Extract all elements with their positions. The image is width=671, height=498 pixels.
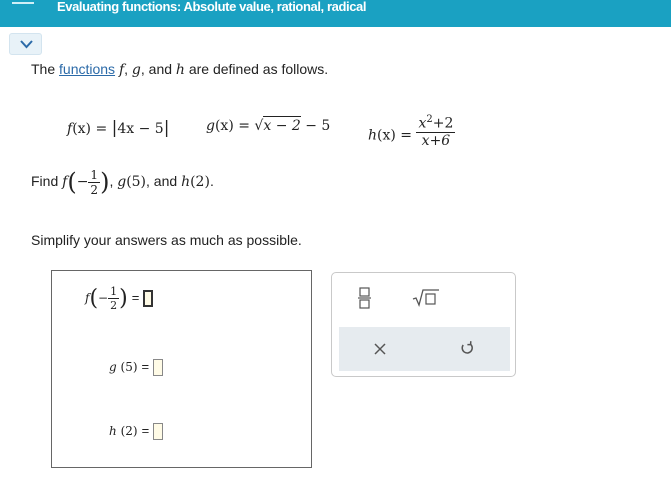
f-definition: f(x) = |4x − 5| xyxy=(67,118,170,138)
fraction-button[interactable] xyxy=(358,287,372,314)
functions-link[interactable]: functions xyxy=(59,61,115,77)
find-fraction: 12 xyxy=(88,168,101,197)
undo-button[interactable] xyxy=(459,340,475,361)
chevron-down-icon xyxy=(20,40,33,49)
clear-button[interactable] xyxy=(374,342,386,360)
undo-icon xyxy=(461,341,473,354)
answer-area: f(− 1 2) = g (5) = h (2) = xyxy=(51,270,312,468)
answer-input-f[interactable] xyxy=(143,290,154,307)
h-fraction: x2+2 x+6 xyxy=(416,114,456,149)
simplify-instruction: Simplify your answers as much as possibl… xyxy=(31,232,302,248)
answer-input-h[interactable] xyxy=(153,423,164,440)
find-instruction: Find f(− 1 2), g(5), and h(2). xyxy=(31,168,214,197)
page-title: Evaluating functions: Absolute value, ra… xyxy=(57,0,367,14)
problem-statement: The functions f, g, and h are defined as… xyxy=(31,61,329,78)
square-root-button[interactable] xyxy=(412,289,440,312)
g-definition: g(x) = √x − 2 − 5 xyxy=(206,116,331,134)
collapse-button[interactable] xyxy=(9,33,42,55)
math-toolbar xyxy=(331,272,516,377)
answer-row-g: g (5) = xyxy=(109,359,164,376)
fraction-icon xyxy=(358,287,371,309)
menu-icon[interactable] xyxy=(0,0,50,10)
sqrt-sign: √ xyxy=(254,118,264,134)
top-bar: Evaluating functions: Absolute value, ra… xyxy=(0,0,671,27)
clear-icon xyxy=(374,343,386,355)
square-root-icon xyxy=(412,289,439,307)
answer-row-h: h (2) = xyxy=(109,423,164,440)
answer-input-g[interactable] xyxy=(153,359,164,376)
answer-row-f: f(− 1 2) = xyxy=(85,285,154,312)
toolbar-actions xyxy=(339,327,510,371)
h-definition: h(x) = x2+2 x+6 xyxy=(368,114,456,149)
